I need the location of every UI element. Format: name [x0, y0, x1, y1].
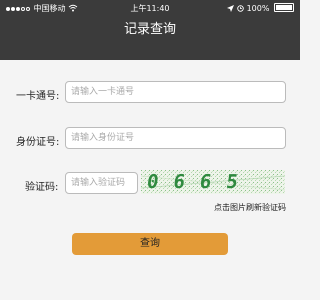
status-bar: 中国移动 上午11:40 100%	[0, 0, 300, 16]
captcha-label: 验证码:	[25, 182, 59, 193]
status-right: 100%	[227, 3, 294, 13]
alarm-icon	[237, 4, 247, 13]
card-number-input[interactable]: 请输入一卡通号	[65, 81, 286, 103]
query-button[interactable]: 查询	[72, 233, 228, 255]
page-title: 记录查询	[123, 22, 176, 37]
id-number-input[interactable]: 请输入身份证号	[65, 127, 286, 149]
captcha-text: 0665	[145, 171, 255, 193]
captcha-refresh-hint: 点击图片刷新验证码	[214, 203, 286, 212]
captcha-image[interactable]: 0665	[141, 170, 285, 194]
id-number-label: 身份证号:	[16, 137, 60, 148]
battery-percent: 100%	[246, 4, 270, 13]
captcha-input[interactable]: 请输入验证码	[65, 172, 138, 194]
card-number-placeholder: 请输入一卡通号	[71, 87, 135, 97]
id-number-placeholder: 请输入身份证号	[71, 133, 135, 143]
battery-icon	[274, 3, 294, 12]
location-icon	[227, 4, 237, 13]
top-bar: 中国移动 上午11:40 100% 记录查询	[0, 0, 300, 60]
card-number-label: 一卡通号:	[16, 91, 60, 102]
captcha-placeholder: 请输入验证码	[71, 178, 126, 188]
